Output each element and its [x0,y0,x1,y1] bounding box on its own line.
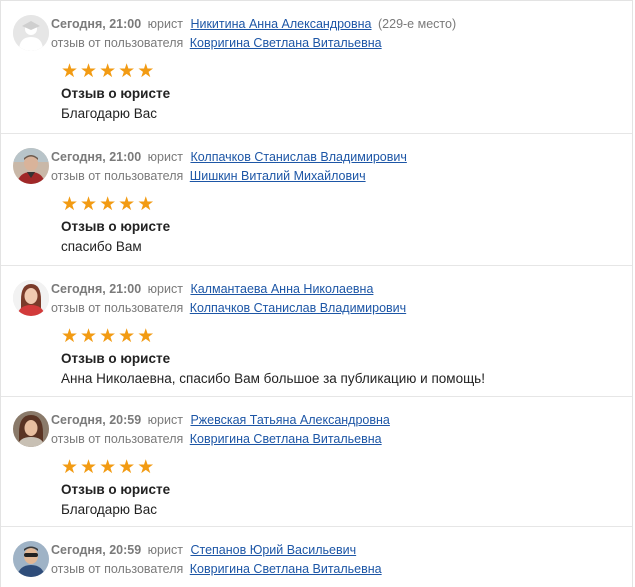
star-icon: ★ [137,456,155,478]
avatar[interactable] [13,280,49,316]
user-link[interactable]: Шишкин Виталий Михайлович [190,169,366,183]
avatar[interactable] [13,411,49,447]
review-text: спасибо Вам [61,239,142,254]
review-title: Отзыв о юристе [61,219,171,234]
lawyer-rank: (229-е место) [378,17,457,31]
star-icon: ★ [80,193,98,215]
lawyer-link[interactable]: Калмантаева Анна Николаевна [190,282,373,296]
review-item: Сегодня, 21:00 юрист Никитина Анна Алекс… [1,1,632,134]
review-author-line: отзыв от пользователя Ковригина Светлана… [51,560,632,579]
review-text: Благодарю Вас [61,502,157,517]
review-from-label: отзыв от пользователя [51,169,184,183]
review-date: Сегодня, 21:00 [51,282,142,296]
star-icon: ★ [99,325,117,347]
user-link[interactable]: Ковригина Светлана Витальевна [190,36,382,50]
user-link[interactable]: Ковригина Светлана Витальевна [190,432,382,446]
star-icon: ★ [61,60,79,82]
review-item: Сегодня, 20:59 юрист Ржевская Татьяна Ал… [1,397,632,527]
star-icon: ★ [99,193,117,215]
star-icon: ★ [118,60,136,82]
lawyer-link[interactable]: Никитина Анна Александровна [190,17,371,31]
star-icon: ★ [80,325,98,347]
review-header: Сегодня, 21:00 юрист Калмантаева Анна Ни… [51,280,632,299]
star-icon: ★ [118,456,136,478]
star-icon: ★ [61,193,79,215]
star-icon: ★ [137,325,155,347]
review-from-label: отзыв от пользователя [51,562,184,576]
rating-stars: ★ ★ ★ ★ ★ [61,194,632,214]
star-icon: ★ [118,193,136,215]
lawyer-link[interactable]: Степанов Юрий Васильевич [190,543,356,557]
review-header: Сегодня, 20:59 юрист Степанов Юрий Васил… [51,541,632,560]
star-icon: ★ [137,60,155,82]
review-text: Анна Николаевна, спасибо Вам большое за … [61,371,485,386]
review-date: Сегодня, 21:00 [51,150,142,164]
review-header: Сегодня, 20:59 юрист Ржевская Татьяна Ал… [51,411,632,430]
review-date: Сегодня, 21:00 [51,17,142,31]
review-author-line: отзыв от пользователя Ковригина Светлана… [51,430,632,449]
avatar[interactable] [13,541,49,577]
review-header: Сегодня, 21:00 юрист Колпачков Станислав… [51,148,632,167]
review-text: Благодарю Вас [61,106,157,121]
reviews-feed: Сегодня, 21:00 юрист Никитина Анна Алекс… [0,0,633,587]
review-author-line: отзыв от пользователя Ковригина Светлана… [51,34,632,53]
star-icon: ★ [99,60,117,82]
review-from-label: отзыв от пользователя [51,36,184,50]
star-icon: ★ [99,456,117,478]
review-item: Сегодня, 20:59 юрист Степанов Юрий Васил… [1,527,632,587]
lawyer-role-label: юрист [147,150,183,164]
rating-stars: ★ ★ ★ ★ ★ [61,61,632,81]
lawyer-link[interactable]: Колпачков Станислав Владимирович [190,150,406,164]
review-title: Отзыв о юристе [61,351,171,366]
star-icon: ★ [61,456,79,478]
star-icon: ★ [80,456,98,478]
review-item: Сегодня, 21:00 юрист Колпачков Станислав… [1,134,632,266]
star-icon: ★ [118,325,136,347]
review-author-line: отзыв от пользователя Колпачков Станисла… [51,299,632,318]
lawyer-role-label: юрист [147,413,183,427]
lawyer-role-label: юрист [147,17,183,31]
review-author-line: отзыв от пользователя Шишкин Виталий Мих… [51,167,632,186]
rating-stars: ★ ★ ★ ★ ★ [61,326,632,346]
review-header: Сегодня, 21:00 юрист Никитина Анна Алекс… [51,15,632,34]
review-title: Отзыв о юристе [61,482,171,497]
review-item: Сегодня, 21:00 юрист Калмантаева Анна Ни… [1,266,632,397]
review-date: Сегодня, 20:59 [51,543,142,557]
review-from-label: отзыв от пользователя [51,301,184,315]
user-link[interactable]: Ковригина Светлана Витальевна [190,562,382,576]
review-date: Сегодня, 20:59 [51,413,142,427]
star-icon: ★ [80,60,98,82]
avatar[interactable] [13,148,49,184]
review-title: Отзыв о юристе [61,86,171,101]
review-from-label: отзыв от пользователя [51,432,184,446]
default-avatar-icon[interactable] [13,15,49,51]
lawyer-role-label: юрист [147,543,183,557]
user-link[interactable]: Колпачков Станислав Владимирович [190,301,406,315]
rating-stars: ★ ★ ★ ★ ★ [61,457,632,477]
star-icon: ★ [61,325,79,347]
star-icon: ★ [137,193,155,215]
lawyer-role-label: юрист [147,282,183,296]
lawyer-link[interactable]: Ржевская Татьяна Александровна [190,413,389,427]
